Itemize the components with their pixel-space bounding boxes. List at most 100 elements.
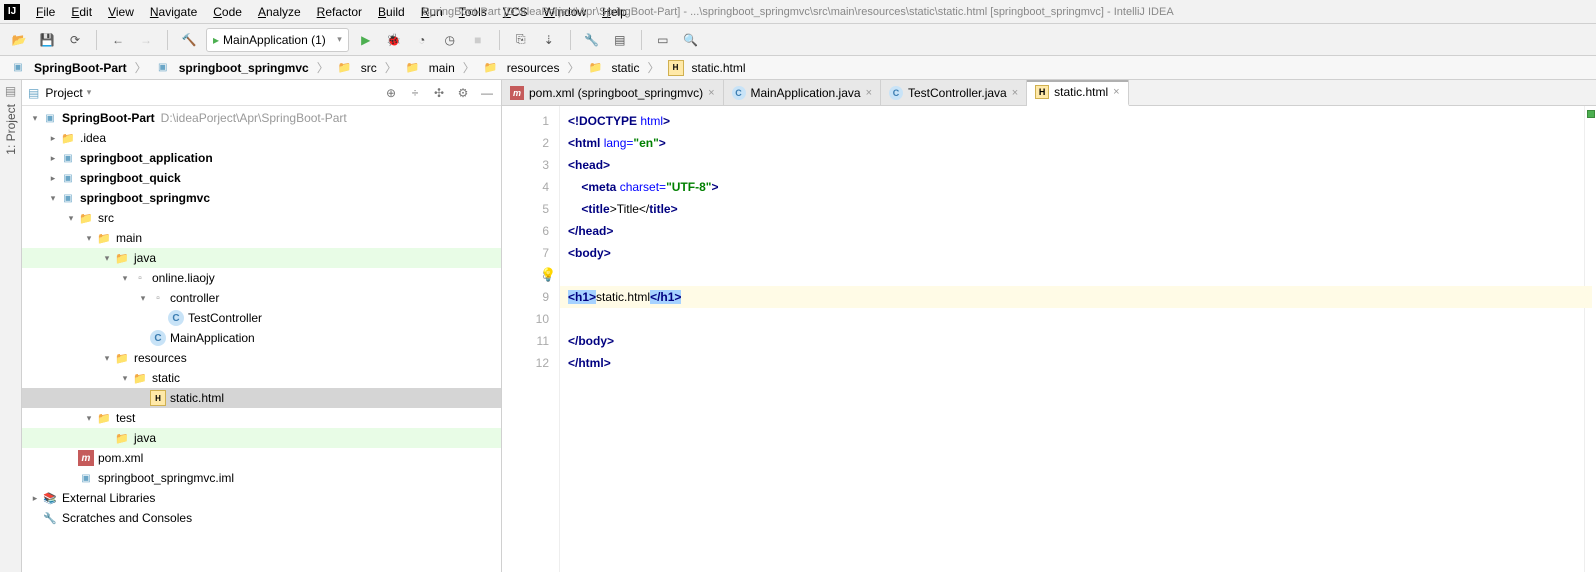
back-icon[interactable]: ← — [107, 29, 129, 51]
tree-arrow-icon[interactable]: ▾ — [136, 293, 150, 304]
close-icon[interactable]: × — [1113, 86, 1119, 98]
editor-tab[interactable]: CMainApplication.java× — [724, 80, 882, 105]
breadcrumb-item[interactable]: Hstatic.html — [664, 58, 750, 78]
tree-arrow-icon[interactable]: ▾ — [28, 113, 42, 124]
open-icon[interactable]: 📂 — [8, 29, 30, 51]
tree-arrow-icon[interactable]: ▾ — [100, 253, 114, 264]
breadcrumb-item[interactable]: main — [401, 58, 459, 78]
project-tool-strip-icon[interactable]: ▤ — [5, 84, 16, 98]
tree-item[interactable]: ▸Hstatic.html — [22, 388, 501, 408]
forward-icon[interactable]: → — [135, 29, 157, 51]
line-number[interactable]: 7 — [502, 242, 549, 264]
line-number[interactable]: 6 — [502, 220, 549, 242]
tree-arrow-icon[interactable]: ▸ — [46, 173, 60, 184]
debug-icon[interactable]: 🐞 — [383, 29, 405, 51]
tree-item[interactable]: ▸springboot_springmvc.iml — [22, 468, 501, 488]
tree-item[interactable]: ▾controller — [22, 288, 501, 308]
project-tool-tab[interactable]: 1: Project — [2, 98, 20, 161]
tree-item[interactable]: ▾java — [22, 248, 501, 268]
intention-bulb-icon[interactable]: 💡 — [540, 264, 556, 286]
presentation-icon[interactable]: ▭ — [652, 29, 674, 51]
tree-arrow-icon[interactable]: ▾ — [64, 213, 78, 224]
tree-arrow-icon[interactable]: ▾ — [118, 273, 132, 284]
locate-icon[interactable]: ⊕ — [383, 86, 399, 100]
tree-item[interactable]: ▸.idea — [22, 128, 501, 148]
tree-item[interactable]: ▸springboot_application — [22, 148, 501, 168]
collapse-icon[interactable]: ÷ — [407, 86, 423, 100]
line-number[interactable]: 9 — [502, 286, 549, 308]
gear-icon[interactable]: ⚙ — [455, 86, 471, 100]
code-editor[interactable]: 123456789101112 <!DOCTYPE html> <html la… — [502, 106, 1596, 572]
menu-navigate[interactable]: Navigate — [142, 3, 205, 21]
menu-code[interactable]: Code — [205, 3, 250, 21]
code-token: </ — [650, 290, 660, 304]
project-tree[interactable]: ▾SpringBoot-PartD:\ideaPorject\Apr\Sprin… — [22, 106, 501, 572]
tree-item[interactable]: ▾static — [22, 368, 501, 388]
expand-icon[interactable]: ✣ — [431, 86, 447, 100]
sync-icon[interactable]: ⟳ — [64, 29, 86, 51]
tree-item[interactable]: ▸External Libraries — [22, 488, 501, 508]
line-number[interactable]: 2 — [502, 132, 549, 154]
breadcrumb-item[interactable]: resources — [479, 58, 564, 78]
tree-item[interactable]: ▾resources — [22, 348, 501, 368]
git-update-icon[interactable]: ⇣ — [538, 29, 560, 51]
tree-item[interactable]: ▾online.liaojy — [22, 268, 501, 288]
tree-arrow-icon[interactable]: ▾ — [100, 353, 114, 364]
breadcrumb-item[interactable]: springboot_springmvc — [151, 58, 313, 78]
line-number[interactable]: 4 — [502, 176, 549, 198]
tree-arrow-icon[interactable]: ▾ — [82, 233, 96, 244]
tree-item[interactable]: ▾SpringBoot-PartD:\ideaPorject\Apr\Sprin… — [22, 108, 501, 128]
editor-tab[interactable]: mpom.xml (springboot_springmvc)× — [502, 80, 724, 105]
breadcrumb-item[interactable]: static — [583, 58, 643, 78]
line-number[interactable]: 5 — [502, 198, 549, 220]
code-content[interactable]: <!DOCTYPE html> <html lang="en"> <head> … — [560, 106, 1584, 572]
tree-arrow-icon[interactable]: ▸ — [28, 493, 42, 504]
save-icon[interactable]: 💾 — [36, 29, 58, 51]
search-icon[interactable]: 🔍 — [680, 29, 702, 51]
stop-icon[interactable]: ■ — [467, 29, 489, 51]
tree-item[interactable]: ▸java — [22, 428, 501, 448]
run-icon[interactable]: ▶ — [355, 29, 377, 51]
line-number[interactable]: 10 — [502, 308, 549, 330]
error-stripe[interactable] — [1584, 106, 1596, 572]
hide-icon[interactable]: — — [479, 86, 495, 100]
breadcrumb-item[interactable]: SpringBoot-Part — [6, 58, 131, 78]
hammer-build-icon[interactable]: 🔨 — [178, 29, 200, 51]
tree-arrow-icon[interactable]: ▾ — [82, 413, 96, 424]
coverage-icon[interactable]: ◔ — [411, 29, 433, 51]
menu-edit[interactable]: Edit — [63, 3, 100, 21]
editor-tab[interactable]: CTestController.java× — [881, 80, 1027, 105]
tree-item[interactable]: ▸CTestController — [22, 308, 501, 328]
tree-item[interactable]: ▸springboot_quick — [22, 168, 501, 188]
tree-arrow-icon[interactable]: ▸ — [46, 133, 60, 144]
close-icon[interactable]: × — [866, 87, 872, 99]
line-number[interactable]: 3 — [502, 154, 549, 176]
run-config-selector[interactable]: ▸ MainApplication (1) — [206, 28, 349, 52]
menu-analyze[interactable]: Analyze — [250, 3, 309, 21]
line-number[interactable]: 12 — [502, 352, 549, 374]
tree-item[interactable]: ▾springboot_springmvc — [22, 188, 501, 208]
tree-item[interactable]: ▸CMainApplication — [22, 328, 501, 348]
structure-icon[interactable]: ▤ — [609, 29, 631, 51]
project-view-selector[interactable]: Project ▾ — [45, 86, 91, 100]
code-token: h1 — [660, 290, 674, 304]
line-number[interactable]: 1 — [502, 110, 549, 132]
editor-tab[interactable]: Hstatic.html× — [1027, 80, 1128, 106]
close-icon[interactable]: × — [708, 87, 714, 99]
git-icon[interactable]: ⎘ — [510, 29, 532, 51]
tree-arrow-icon[interactable]: ▾ — [118, 373, 132, 384]
tree-item[interactable]: ▾src — [22, 208, 501, 228]
close-icon[interactable]: × — [1012, 87, 1018, 99]
menu-view[interactable]: View — [100, 3, 142, 21]
tree-item[interactable]: ▸mpom.xml — [22, 448, 501, 468]
wrench-icon[interactable]: 🔧 — [581, 29, 603, 51]
line-number[interactable]: 11 — [502, 330, 549, 352]
breadcrumb-item[interactable]: src — [333, 58, 381, 78]
tree-arrow-icon[interactable]: ▸ — [46, 153, 60, 164]
tree-item[interactable]: ▾test — [22, 408, 501, 428]
tree-arrow-icon[interactable]: ▾ — [46, 193, 60, 204]
profiler-icon[interactable]: ◷ — [439, 29, 461, 51]
tree-item[interactable]: ▸Scratches and Consoles — [22, 508, 501, 528]
tree-item[interactable]: ▾main — [22, 228, 501, 248]
menu-file[interactable]: File — [28, 3, 63, 21]
